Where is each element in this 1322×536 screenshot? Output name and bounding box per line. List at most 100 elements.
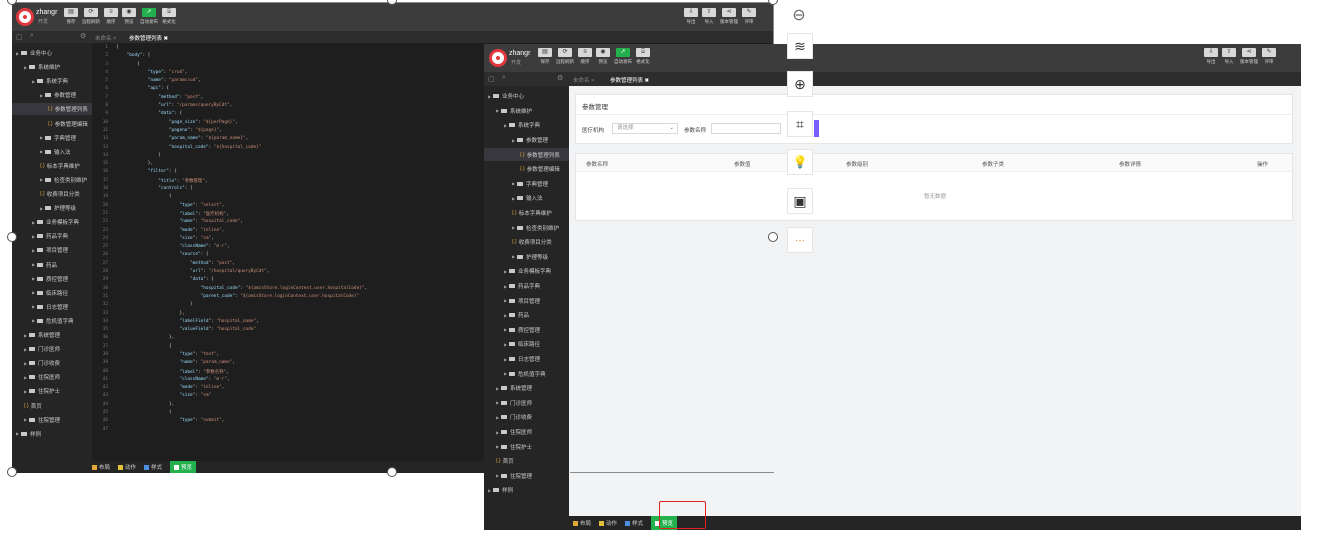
toolbar-button[interactable]: ▤ 保存 [64, 8, 78, 25]
code-line[interactable]: "method": "post", [116, 95, 367, 103]
code-line[interactable]: "labelField": "hospital_name", [116, 319, 367, 327]
tree-item[interactable]: ▶ 样例 [12, 428, 92, 440]
tree-item[interactable]: ▶ 门诊医师 [484, 397, 569, 410]
tree-item[interactable]: ▶ 住院护士 [12, 385, 92, 397]
lightbulb-icon[interactable]: 💡 [787, 149, 813, 175]
code-line[interactable]: "size": "sm", [116, 236, 367, 244]
bottom-tab[interactable]: 动作 [599, 519, 617, 527]
tree-item[interactable]: {.} 参数管理编辑 [484, 163, 569, 176]
tab-param-list[interactable]: 参数管理列表 ✖ [129, 34, 168, 42]
bottom-tab[interactable]: 动作 [118, 463, 136, 471]
tree-item[interactable]: {.} 首页 [484, 455, 569, 468]
code-line[interactable]: "method": "post", [116, 261, 367, 269]
bottom-tab[interactable]: 样式 [144, 463, 162, 471]
code-line[interactable]: "name": "param_name", [116, 360, 367, 368]
toolbar-button[interactable]: ⋖ 版本管理 [1240, 48, 1258, 65]
crop-icon[interactable]: ⌗ [787, 111, 813, 137]
code-line[interactable]: "hospital_code": "${amisStore.loginConte… [116, 286, 368, 294]
code-line[interactable]: { [116, 45, 367, 53]
tab-param-list[interactable]: 参数管理列表 ✖ [610, 76, 649, 84]
tree-item[interactable]: ▶ 危机值字典 [484, 367, 569, 380]
toolbar-button[interactable]: ✎ 评审 [1262, 48, 1276, 65]
tree-item[interactable]: ▶ 门诊收费 [12, 357, 92, 369]
code-line[interactable]: { [116, 344, 367, 352]
tree-item[interactable]: ▶ 检查类别维护 [12, 174, 92, 186]
code-line[interactable]: "name": "hospital_code", [116, 219, 367, 227]
code-line[interactable]: "type": "select", [116, 203, 367, 211]
code-line[interactable]: }, [116, 311, 367, 319]
tree-item[interactable]: ▶ 临床路径 [12, 287, 92, 299]
toolbar-button[interactable]: ⇩ 导出 [1204, 48, 1218, 65]
tree-item[interactable]: ▶ 药品 [484, 309, 569, 322]
tree-item[interactable]: ▶ 业务中心 [12, 47, 92, 59]
toolbar-button[interactable]: ➚ 自动发布 [140, 8, 158, 25]
resize-handle[interactable] [7, 467, 17, 477]
toolbar-button[interactable]: ⋖ 版本管理 [720, 8, 738, 25]
tree-item[interactable]: ▶ 临床路径 [484, 338, 569, 351]
tree-item[interactable]: ▶ 药品字典 [12, 230, 92, 242]
tree-item[interactable]: ▶ 住院医师 [484, 426, 569, 439]
toolbar-button[interactable]: ⌸ 格式化 [162, 8, 176, 25]
code-line[interactable]: { [116, 194, 367, 202]
code-line[interactable]: "data": { [116, 111, 367, 119]
tree-item[interactable]: ▶ 样例 [484, 484, 569, 497]
toolbar-button[interactable]: ⇧ 导入 [1222, 48, 1236, 65]
toolbar-button[interactable]: ≡ 顺序 [104, 8, 118, 25]
code-line[interactable]: }, [116, 402, 367, 410]
param-name-input[interactable] [711, 123, 781, 134]
toolbar-button[interactable]: ✎ 评审 [742, 8, 756, 25]
tree-item[interactable]: ▶ 业务模板字典 [12, 216, 92, 228]
code-line[interactable]: } [116, 302, 367, 310]
code-line[interactable]: "type": "crud", [116, 70, 367, 78]
tree-item[interactable]: ▶ 系统字典 [484, 119, 569, 132]
tree-item[interactable]: ▶ 质控管理 [12, 273, 92, 285]
tree-item[interactable]: ▶ 字典管理 [484, 178, 569, 191]
tree-item[interactable]: ▶ 检查类别维护 [484, 221, 569, 234]
toolbar-button[interactable]: ◉ 预览 [596, 48, 610, 65]
code-line[interactable]: "data": { [116, 277, 367, 285]
code-line[interactable]: "className": "m-r", [116, 377, 367, 385]
tree-item[interactable]: ▶ 业务中心 [484, 90, 569, 103]
code-line[interactable]: "body": [ [116, 53, 367, 61]
bottom-tab[interactable]: 预览 [170, 461, 197, 473]
tree-item[interactable]: ▶ 住院管理 [484, 470, 569, 483]
file-icon[interactable]: ▢ [16, 33, 23, 41]
tree-item[interactable]: ▶ 药品字典 [484, 280, 569, 293]
toolbar-button[interactable]: ➚ 自动发布 [614, 48, 632, 65]
code-line[interactable]: "size": "sm" [116, 393, 367, 401]
tree-item[interactable]: ▶ 住院管理 [12, 414, 92, 426]
tree-item[interactable]: ▶ 系统维护 [12, 61, 92, 73]
resize-handle[interactable] [768, 0, 778, 5]
code-line[interactable]: "api": { [116, 86, 367, 94]
resize-handle[interactable] [387, 467, 397, 477]
tree-item[interactable]: ▶ 护理等级 [12, 202, 92, 214]
tab-untitled[interactable]: 未命名 × [95, 34, 116, 42]
code-line[interactable]: "parent_code": "${amisStore.loginContext… [116, 294, 367, 302]
tree-item[interactable]: ▶ 危机值字典 [12, 315, 92, 327]
tree-item[interactable]: {.} 收费项目分类 [484, 236, 569, 249]
tree-item[interactable]: ▶ 系统管理 [484, 382, 569, 395]
toolbar-button[interactable]: ≡ 顺序 [578, 48, 592, 65]
tree-item[interactable]: ▶ 项目管理 [12, 244, 92, 256]
settings-icon[interactable]: ⚙ [557, 74, 563, 82]
code-line[interactable]: "filter": { [116, 169, 367, 177]
tree-item[interactable]: {.} 首页 [12, 400, 92, 412]
code-line[interactable]: "type": "submit", [116, 418, 367, 426]
tree-item[interactable]: ▶ 护理等级 [484, 251, 569, 264]
tree-item[interactable]: ▶ 业务模板字典 [484, 265, 569, 278]
bottom-tab[interactable]: 样式 [625, 519, 643, 527]
code-line[interactable]: "page_size": "${perPage}", [116, 120, 367, 128]
code-content[interactable]: { "body": [ { "type": "crud", "name": "p… [116, 45, 367, 427]
code-line[interactable]: "title": "参数管理", [116, 178, 367, 186]
bottom-tab[interactable]: 布局 [92, 463, 110, 471]
toolbar-button[interactable]: ◉ 预览 [122, 8, 136, 25]
code-line[interactable]: "label": "参数名称", [116, 369, 367, 377]
resize-handle[interactable] [768, 232, 778, 242]
tree-item[interactable]: ▶ 字典管理 [12, 132, 92, 144]
tree-item[interactable]: ▶ 输入法 [12, 146, 92, 158]
tree-item[interactable]: {.} 收费项目分类 [12, 188, 92, 200]
code-line[interactable]: "hospital_code": "${hospital_code}" [116, 145, 367, 153]
tab-untitled[interactable]: 未命名 × [573, 76, 594, 84]
tree-item[interactable]: ▶ 门诊收费 [484, 411, 569, 424]
toolbar-button[interactable]: ⇧ 导入 [702, 8, 716, 25]
